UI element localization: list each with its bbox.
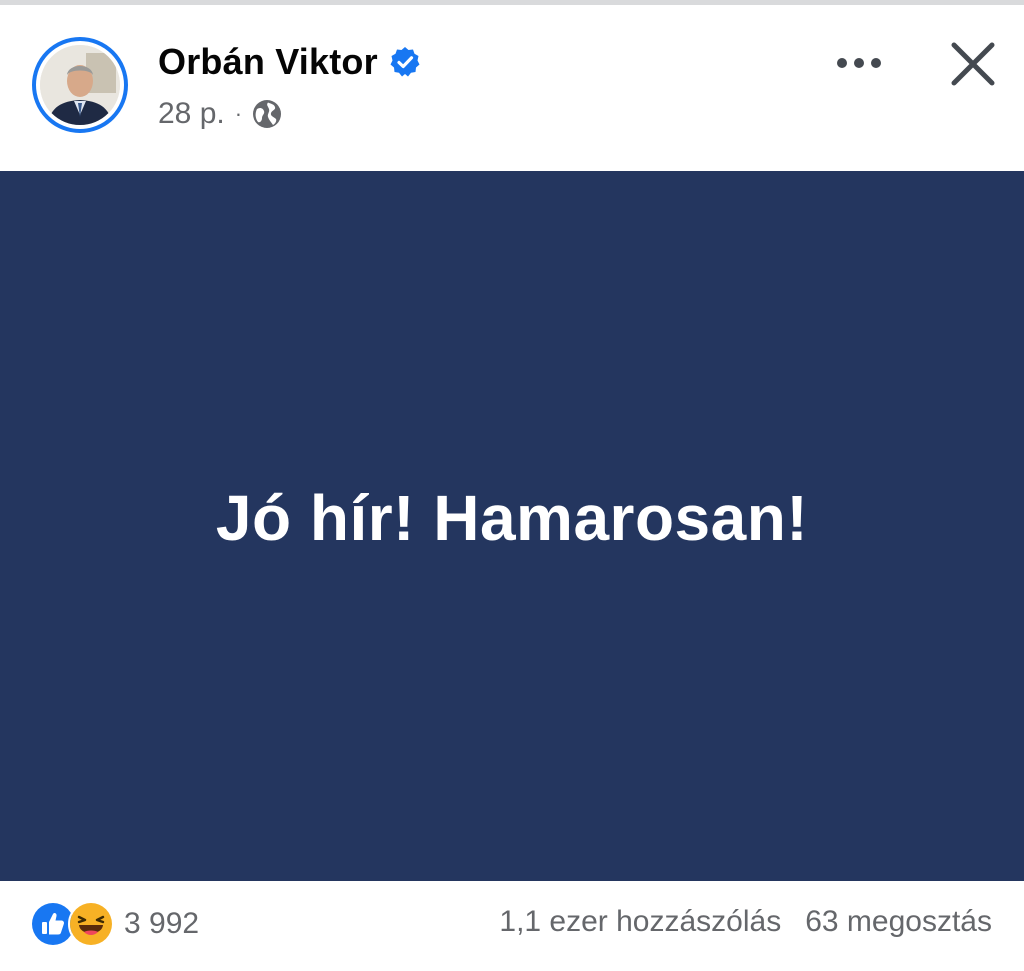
timestamp[interactable]: 28 p. — [158, 97, 225, 131]
meta-separator: · — [234, 101, 243, 126]
post-image[interactable]: Jó hír! Hamarosan! — [0, 171, 1024, 881]
more-options-button[interactable] — [828, 43, 890, 83]
post-header: Orbán Viktor 28 p. · — [0, 5, 1024, 170]
post-image-text: Jó hír! Hamarosan! — [215, 482, 809, 554]
comment-count-link[interactable]: 1,1 ezer hozzászólás — [499, 905, 781, 939]
haha-icon — [68, 901, 114, 947]
post-footer: 3 992 1,1 ezer hozzászólás 63 megosztás — [0, 881, 1024, 971]
author-name[interactable]: Orbán Viktor — [158, 41, 378, 83]
reaction-count: 3 992 — [124, 907, 200, 940]
count-spacer — [781, 905, 805, 939]
reactions-summary[interactable]: 3 992 — [30, 901, 199, 947]
engagement-counts: 1,1 ezer hozzászólás 63 megosztás — [499, 905, 992, 939]
close-button[interactable] — [944, 35, 1002, 93]
avatar-photo — [40, 45, 120, 125]
close-icon — [951, 42, 995, 86]
post-meta: 28 p. · — [158, 97, 283, 131]
verified-badge-icon — [388, 45, 422, 79]
more-options-icon — [837, 58, 881, 68]
share-count-link[interactable]: 63 megosztás — [805, 905, 992, 939]
avatar[interactable] — [32, 37, 128, 133]
globe-icon — [251, 98, 283, 130]
author-row: Orbán Viktor — [158, 41, 422, 83]
